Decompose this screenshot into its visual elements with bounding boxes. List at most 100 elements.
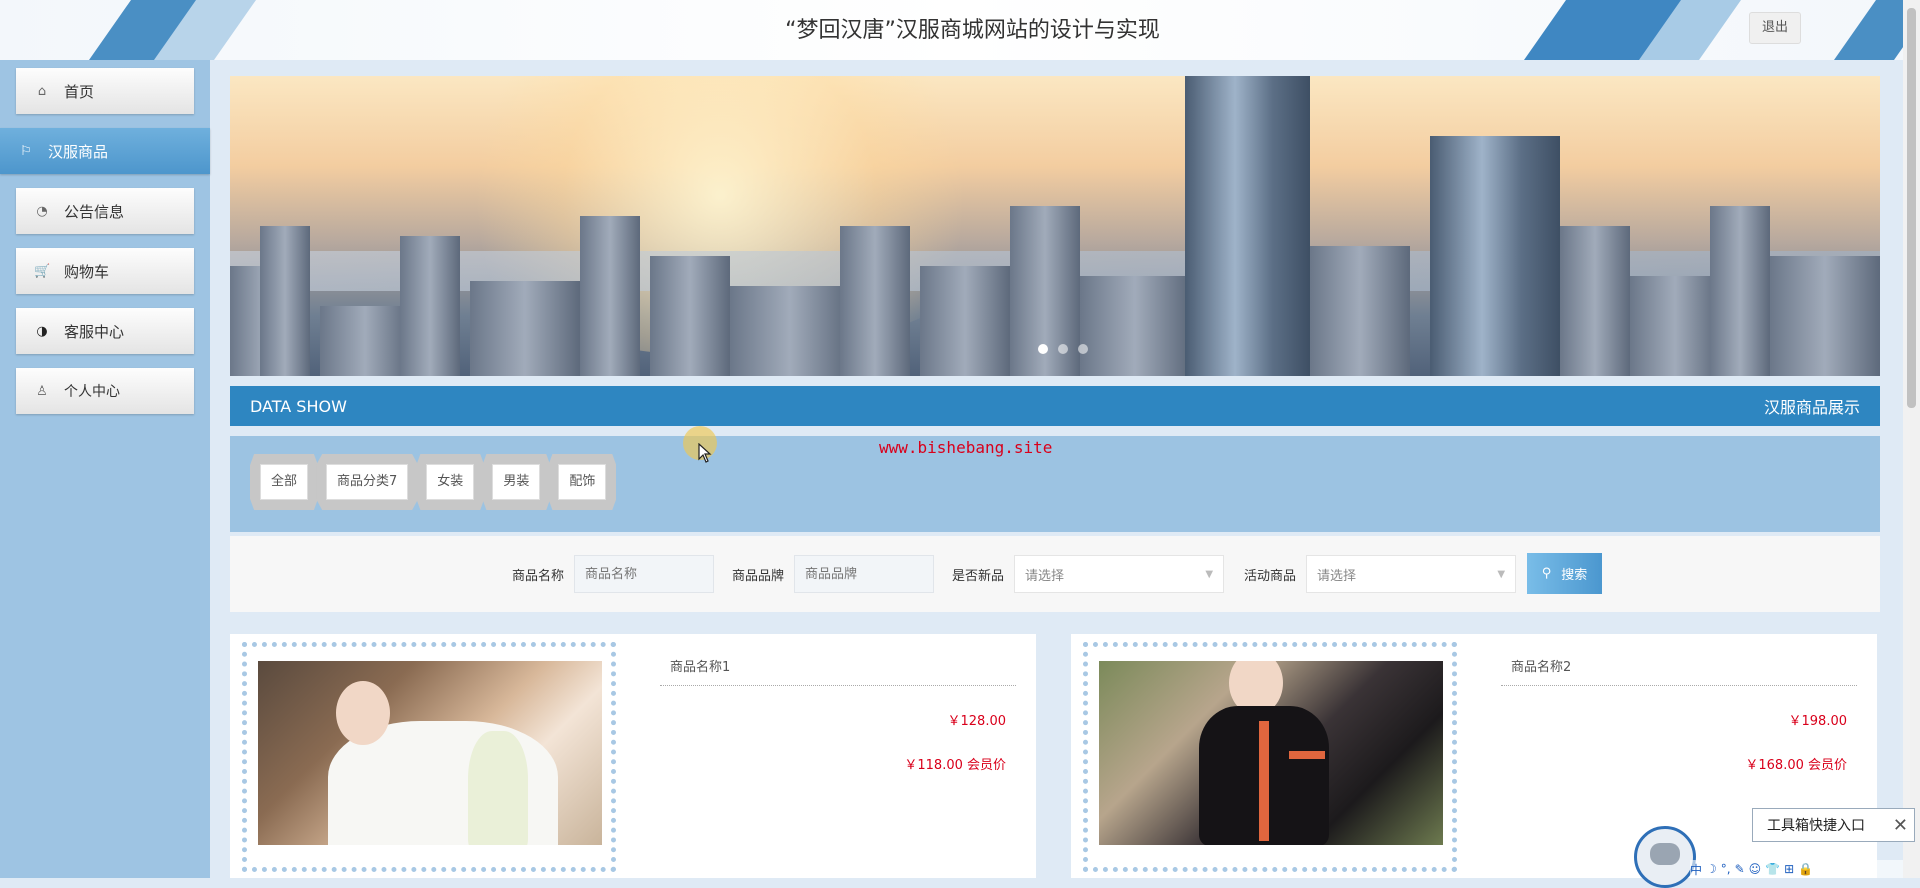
banner-building — [1770, 256, 1880, 376]
sidebar-item-hanfu-products[interactable]: ⚐ 汉服商品 — [0, 128, 210, 174]
search-button-label: 搜索 — [1561, 568, 1588, 583]
divider — [660, 685, 1016, 686]
banner-building — [400, 236, 460, 376]
banner-carousel[interactable] — [230, 76, 1880, 376]
robot-icon — [1650, 843, 1680, 865]
is-new-select-value: 请选择 — [1025, 568, 1065, 584]
sidebar-item-label: 汉服商品 — [48, 142, 109, 161]
sidebar-item-profile[interactable]: ♙ 个人中心 — [16, 368, 194, 414]
support-icon: ◑ — [36, 323, 48, 339]
cart-icon: 🛒 — [34, 263, 51, 279]
promo-field-label: 活动商品 — [1244, 568, 1297, 584]
carousel-dot[interactable] — [1078, 344, 1088, 354]
sidebar-item-support[interactable]: ◑ 客服中心 — [16, 308, 194, 354]
category-tab-all[interactable]: 全部 — [260, 464, 309, 500]
ime-moon-icon[interactable]: ☽ — [1706, 862, 1717, 876]
banner-building — [1710, 206, 1770, 376]
product-price: ￥198.00 — [1788, 714, 1848, 729]
vertical-scrollbar[interactable] — [1903, 0, 1920, 878]
brand-field-label: 商品品牌 — [732, 568, 785, 584]
brand-field-group: 商品品牌 — [732, 554, 935, 594]
divider — [1501, 685, 1857, 686]
carousel-dot[interactable] — [1058, 344, 1068, 354]
product-brand-input[interactable] — [794, 555, 935, 593]
close-icon[interactable]: ✕ — [1893, 815, 1908, 836]
banner-building — [1560, 226, 1630, 376]
section-en-title: DATA SHOW — [250, 396, 347, 416]
sidebar-item-cart[interactable]: 🛒 购物车 — [16, 248, 194, 294]
ime-grid-icon[interactable]: ⊞ — [1784, 862, 1794, 876]
category-panel: 全部 商品分类7 女装 男装 配饰 — [230, 436, 1880, 532]
product-card[interactable]: 商品名称1 ￥128.00 ￥118.00 会员价 — [230, 634, 1036, 878]
logout-button[interactable]: 退出 — [1749, 12, 1801, 44]
assistant-avatar[interactable] — [1634, 826, 1696, 888]
new-field-group: 是否新品 请选择 ▼ — [952, 554, 1225, 594]
banner-building — [320, 306, 410, 376]
banner-building — [470, 281, 580, 376]
ime-wrench-icon[interactable]: ✎ — [1735, 862, 1745, 876]
ime-emoji-icon[interactable]: ☺ — [1749, 862, 1762, 876]
product-name-input[interactable] — [574, 555, 715, 593]
banner-building — [1080, 276, 1190, 376]
category-tab-wrapper: 全部 — [250, 454, 319, 510]
product-price: ￥128.00 — [947, 714, 1007, 729]
top-header: “梦回汉唐”汉服商城网站的设计与实现 退出 — [0, 0, 1920, 60]
category-tab-men[interactable]: 男装 — [492, 464, 541, 500]
banner-building — [730, 286, 850, 376]
section-cn-title: 汉服商品展示 — [1763, 398, 1860, 417]
product-name[interactable]: 商品名称2 — [1511, 656, 1571, 675]
category-tab-wrapper: 女装 — [416, 454, 485, 510]
sidebar-item-label: 公告信息 — [64, 202, 125, 221]
image-detail — [468, 731, 528, 845]
toolbox-shortcut[interactable]: 工具箱快捷入口 ✕ — [1752, 808, 1915, 842]
sidebar-item-label: 客服中心 — [64, 322, 125, 341]
toolbox-label: 工具箱快捷入口 — [1767, 818, 1865, 834]
banner-building — [580, 216, 640, 376]
banner-building — [1630, 276, 1720, 376]
name-field-group: 商品名称 — [512, 554, 715, 594]
product-vip-price: ￥118.00 会员价 — [904, 758, 1006, 773]
scrollbar-thumb[interactable] — [1907, 8, 1916, 408]
sidebar-item-home[interactable]: ⌂ 首页 — [16, 68, 194, 114]
category-tab-7[interactable]: 商品分类7 — [326, 464, 409, 500]
image-detail — [336, 681, 390, 745]
category-tab-women[interactable]: 女装 — [426, 464, 475, 500]
carousel-dot[interactable] — [1038, 344, 1048, 354]
search-button[interactable]: ⚲ 搜索 — [1527, 553, 1602, 594]
section-header: DATA SHOW 汉服商品展示 — [230, 386, 1880, 426]
sidebar-item-announcements[interactable]: ◔ 公告信息 — [16, 188, 194, 234]
ime-chinese-icon[interactable]: 中 — [1690, 861, 1702, 878]
category-tab-accessories[interactable]: 配饰 — [558, 464, 607, 500]
promo-select-value: 请选择 — [1317, 568, 1357, 584]
banner-tower — [1185, 76, 1310, 376]
flag-icon: ⚐ — [20, 143, 32, 159]
dashboard-icon: ◔ — [36, 203, 48, 219]
search-form: 商品名称 商品品牌 是否新品 请选择 ▼ 活动商品 请选择 ▼ ⚲ 搜索 — [230, 536, 1880, 612]
category-tab-wrapper: 配饰 — [548, 454, 617, 510]
sidebar-item-label: 首页 — [64, 82, 95, 101]
promo-select[interactable]: 请选择 ▼ — [1306, 555, 1517, 593]
banner-building — [650, 256, 730, 376]
banner-building — [260, 226, 310, 376]
product-name[interactable]: 商品名称1 — [670, 656, 730, 675]
cursor-arrow-icon — [698, 442, 712, 463]
promo-field-group: 活动商品 请选择 ▼ — [1244, 554, 1517, 594]
product-image[interactable] — [1099, 661, 1443, 845]
category-list: 全部 商品分类7 女装 男装 配饰 — [250, 454, 617, 510]
banner-building — [1310, 246, 1410, 376]
site-title: “梦回汉唐”汉服商城网站的设计与实现 — [785, 18, 1160, 43]
category-tab-wrapper: 男装 — [482, 454, 551, 510]
ime-lock-icon[interactable]: 🔒 — [1798, 862, 1813, 876]
is-new-select[interactable]: 请选择 ▼ — [1014, 555, 1225, 593]
ime-punct-icon[interactable]: °, — [1721, 862, 1731, 876]
sidebar-item-label: 购物车 — [64, 262, 110, 281]
user-icon: ♙ — [36, 383, 48, 399]
watermark: www.bishebang.site — [879, 438, 1053, 457]
ime-toolbar: 中 ☽ °, ✎ ☺ 👕 ⊞ 🔒 — [1690, 860, 1903, 878]
category-tab-wrapper: 商品分类7 — [316, 454, 419, 510]
image-detail — [1259, 721, 1269, 841]
product-image[interactable] — [258, 661, 602, 845]
chevron-down-icon: ▼ — [1205, 568, 1214, 580]
ime-skin-icon[interactable]: 👕 — [1765, 862, 1780, 876]
image-detail — [1289, 751, 1325, 759]
